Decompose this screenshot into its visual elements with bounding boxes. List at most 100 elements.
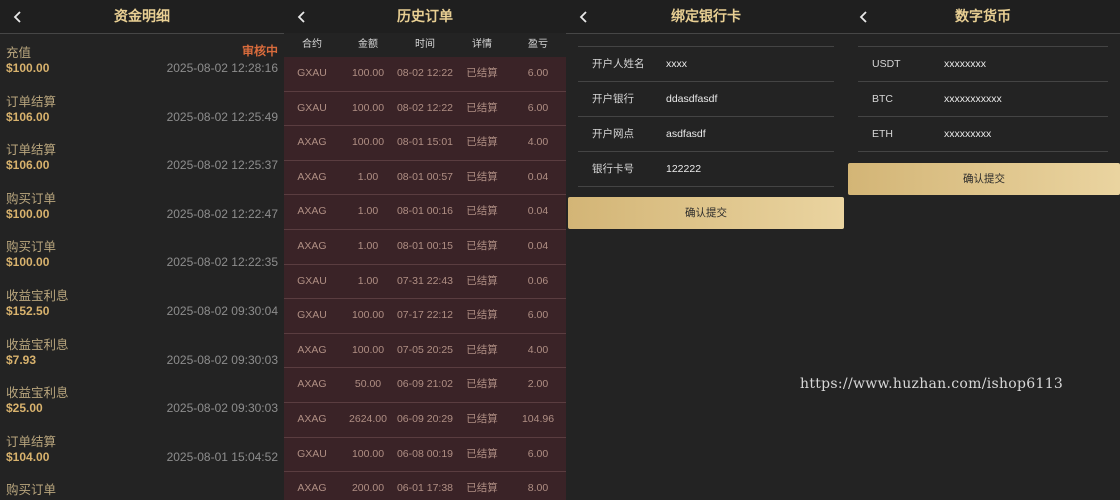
fund-time: 2025-08-02 12:22:35 (166, 255, 278, 270)
btc-address-field[interactable]: xxxxxxxxxxx (944, 82, 1002, 116)
fund-amount: $152.50 (6, 303, 50, 318)
fund-amount: $106.00 (6, 109, 50, 124)
fund-type: 购买订单 (6, 191, 57, 206)
amount-cell: 1.00 (357, 205, 379, 218)
fund-time: 2025-08-02 12:28:16 (166, 61, 278, 75)
profit-cell: 0.04 (527, 170, 549, 183)
table-row[interactable]: AXAG 200.00 06-01 17:38 已结算 8.00 (284, 472, 566, 500)
profit-cell: 8.00 (527, 482, 549, 495)
field-label: 银行卡号 (592, 163, 634, 175)
table-row[interactable]: GXAU 1.00 07-31 22:43 已结算 0.06 (284, 264, 566, 300)
table-row[interactable]: AXAG 100.00 08-01 15:01 已结算 4.00 (284, 126, 566, 161)
column-header: 合约 (302, 39, 322, 50)
field-label: BTC (872, 93, 893, 105)
funds-header: 资金明细 (0, 0, 284, 34)
table-row[interactable]: AXAG 1.00 08-01 00:15 已结算 0.04 (284, 229, 566, 265)
contract-cell: AXAG (297, 482, 327, 495)
bank-name-field[interactable]: ddasdfasdf (666, 82, 717, 116)
fund-time: 2025-08-01 15:04:52 (166, 449, 278, 464)
list-item[interactable]: 订单结算 $104.00 2025-08-01 15:04:52 (0, 425, 284, 474)
detail-cell: 已结算 (466, 274, 498, 287)
form-row-bank[interactable]: 开户银行 ddasdfasdf (578, 81, 834, 116)
detail-cell: 已结算 (466, 447, 498, 460)
chevron-left-icon (579, 10, 587, 23)
holder-name-field[interactable]: xxxx (666, 47, 687, 81)
list-item[interactable]: 订单结算 $106.00 2025-08-02 12:25:37 (0, 133, 284, 182)
page-title: 数字货币 (955, 8, 1011, 24)
profit-cell: 6.00 (527, 101, 549, 114)
amount-cell: 1.00 (357, 170, 379, 183)
profit-cell: 0.06 (527, 274, 549, 287)
time-cell: 06-01 17:38 (396, 482, 454, 495)
table-row[interactable]: AXAG 1.00 08-01 00:16 已结算 0.04 (284, 195, 566, 230)
profit-cell: 2.00 (527, 378, 549, 391)
status-badge: 审核中 (241, 44, 278, 58)
list-item[interactable]: 购买订单 $100.00 2025-08-02 12:22:35 (0, 230, 284, 279)
list-item[interactable]: 收益宝利息 $152.50 2025-08-02 09:30:04 (0, 279, 284, 328)
list-item[interactable]: 购买订单 (0, 473, 284, 500)
back-button[interactable] (284, 0, 320, 33)
fund-amount: $100.00 (6, 61, 50, 75)
field-label: USDT (872, 58, 901, 70)
contract-cell: AXAG (297, 170, 327, 183)
contract-cell: AXAG (297, 378, 327, 391)
amount-cell: 2624.00 (349, 412, 387, 425)
contract-cell: AXAG (297, 343, 327, 356)
usdt-address-field[interactable]: xxxxxxxx (944, 47, 986, 81)
column-header: 时间 (415, 39, 435, 50)
profit-cell: 6.00 (527, 447, 549, 460)
field-label: 开户网点 (592, 128, 634, 140)
amount-cell: 100.00 (351, 136, 385, 149)
back-button[interactable] (0, 0, 36, 33)
form-row-holder-name[interactable]: 开户人姓名 xxxx (578, 46, 834, 81)
form-row-card-number[interactable]: 银行卡号 122222 (578, 151, 834, 187)
detail-cell: 已结算 (466, 101, 498, 114)
time-cell: 06-09 20:29 (396, 412, 454, 425)
form-row-branch[interactable]: 开户网点 asdfasdf (578, 116, 834, 151)
amount-cell: 1.00 (357, 274, 379, 287)
table-row[interactable]: GXAU 100.00 07-17 22:12 已结算 6.00 (284, 299, 566, 334)
amount-cell: 1.00 (357, 239, 379, 252)
table-row[interactable]: AXAG 1.00 08-01 00:57 已结算 0.04 (284, 160, 566, 196)
list-item[interactable]: 收益宝利息 $7.93 2025-08-02 09:30:03 (0, 328, 284, 377)
submit-button[interactable]: 确认提交 (568, 197, 844, 229)
chevron-left-icon (859, 10, 867, 23)
eth-address-field[interactable]: xxxxxxxxx (944, 117, 991, 151)
funds-list: 充值 审核中 $100.00 2025-08-02 12:28:16 订单结算 … (0, 36, 284, 500)
fund-type: 充值 (6, 46, 32, 60)
time-cell: 07-05 20:25 (396, 343, 454, 356)
contract-cell: AXAG (297, 205, 327, 218)
fund-type: 收益宝利息 (6, 337, 69, 352)
crypto-header: 数字货币 (846, 0, 1120, 34)
fund-amount: $100.00 (6, 206, 50, 221)
back-button[interactable] (566, 0, 602, 33)
form-row-usdt[interactable]: USDT xxxxxxxx (858, 46, 1108, 81)
list-item[interactable]: 订单结算 $106.00 2025-08-02 12:25:49 (0, 85, 284, 134)
card-number-field[interactable]: 122222 (666, 152, 701, 186)
table-row[interactable]: GXAU 100.00 08-02 12:22 已结算 6.00 (284, 91, 566, 127)
bank-form: 开户人姓名 xxxx 开户银行 ddasdfasdf 开户网点 asdfasdf… (578, 46, 834, 187)
detail-cell: 已结算 (466, 482, 498, 495)
form-row-eth[interactable]: ETH xxxxxxxxx (858, 116, 1108, 152)
submit-button[interactable]: 确认提交 (848, 163, 1120, 195)
back-button[interactable] (846, 0, 882, 33)
fund-time: 2025-08-02 09:30:03 (166, 352, 278, 367)
table-row[interactable]: AXAG 100.00 07-05 20:25 已结算 4.00 (284, 333, 566, 369)
fund-time: 2025-08-02 12:25:49 (166, 109, 278, 124)
detail-cell: 已结算 (466, 412, 498, 425)
fund-type: 收益宝利息 (6, 288, 69, 303)
detail-cell: 已结算 (466, 239, 498, 252)
table-row[interactable]: AXAG 50.00 06-09 21:02 已结算 2.00 (284, 368, 566, 403)
table-row[interactable]: AXAG 2624.00 06-09 20:29 已结算 104.96 (284, 402, 566, 438)
page-title: 资金明细 (114, 8, 170, 24)
list-item[interactable]: 收益宝利息 $25.00 2025-08-02 09:30:03 (0, 376, 284, 425)
list-item[interactable]: 购买订单 $100.00 2025-08-02 12:22:47 (0, 182, 284, 231)
fund-time: 2025-08-02 09:30:04 (166, 303, 278, 318)
time-cell: 06-08 00:19 (396, 447, 454, 460)
form-row-btc[interactable]: BTC xxxxxxxxxxx (858, 81, 1108, 116)
list-item[interactable]: 充值 审核中 $100.00 2025-08-02 12:28:16 (0, 36, 284, 85)
table-row[interactable]: GXAU 100.00 08-02 12:22 已结算 6.00 (284, 57, 566, 92)
time-cell: 08-01 00:16 (396, 205, 454, 218)
branch-field[interactable]: asdfasdf (666, 117, 706, 151)
table-row[interactable]: GXAU 100.00 06-08 00:19 已结算 6.00 (284, 437, 566, 473)
